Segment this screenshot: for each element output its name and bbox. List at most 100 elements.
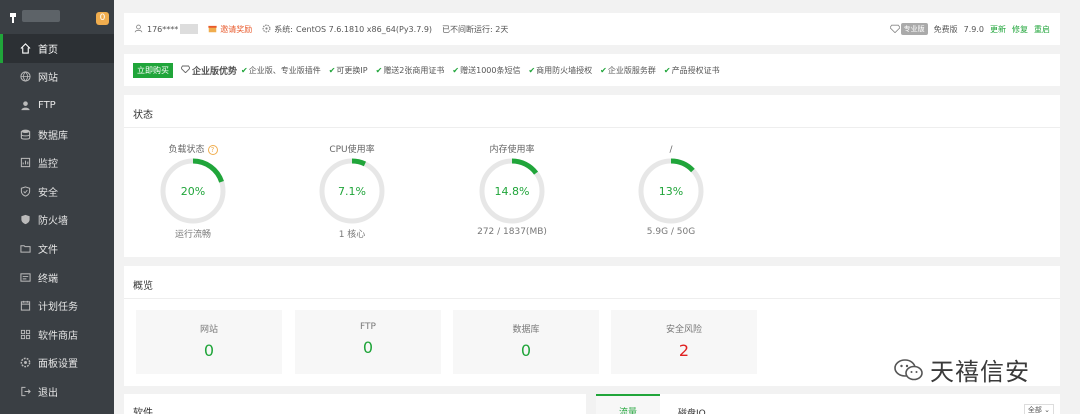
gauge-title: 内存使用率 xyxy=(489,145,535,155)
sidebar-item-security[interactable]: 安全 xyxy=(0,177,114,206)
user-info[interactable]: 176**** xyxy=(134,24,199,35)
gauge-disk[interactable]: / 13% 5.9G / 50G xyxy=(621,143,721,237)
advantage-item: ✔ 赠送1000条短信 xyxy=(452,65,520,76)
advantage-item: ✔ 商用防火墙授权 xyxy=(528,65,592,76)
overview-ftp[interactable]: FTP 0 xyxy=(295,310,441,374)
edition-label: 免费版 xyxy=(933,24,958,34)
gauge-cpu[interactable]: CPU使用率 7.1% 1 核心 xyxy=(302,143,402,240)
sidebar-item-home[interactable]: 首页 xyxy=(0,34,114,63)
repair-link[interactable]: 修复 xyxy=(1012,24,1028,35)
select-value: 全部 xyxy=(1027,406,1042,414)
gauge-memory[interactable]: 内存使用率 14.8% 272 / 1837(MB) xyxy=(462,143,562,237)
sidebar-item-label: 退出 xyxy=(38,387,58,399)
system-label: 系统: xyxy=(274,24,293,34)
pro-badge[interactable]: 专业版 xyxy=(900,23,928,35)
overview-database[interactable]: 数据库 0 xyxy=(453,310,599,374)
restart-link[interactable]: 重启 xyxy=(1034,24,1050,35)
overview-label: 安全风险 xyxy=(665,325,702,335)
invite-reward-link[interactable]: 邀请奖励 xyxy=(208,24,252,35)
gauge-bottom: 运行流畅 xyxy=(174,230,211,240)
gauge-title: / xyxy=(669,145,673,155)
sidebar-item-website[interactable]: 网站 xyxy=(0,63,114,92)
sidebar-item-files[interactable]: 文件 xyxy=(0,234,114,263)
gear-icon xyxy=(18,356,32,370)
traffic-select[interactable]: 全部 ⌄ xyxy=(1023,404,1054,414)
system-value: CentOS 7.6.1810 x86_64(Py3.7.9) xyxy=(295,24,433,34)
enterprise-advantages-bar: 立即购买 企业版优势 ✔ 企业版、专业版插件 ✔ 可更换IP ✔ 赠送2张商用证书 ✔… xyxy=(124,54,1060,86)
advantage-text: 企业版服务群 xyxy=(607,65,656,75)
calendar-icon xyxy=(18,299,32,313)
grid-icon xyxy=(18,327,32,341)
gauge-ring: 14.8% xyxy=(479,158,545,224)
monitor-icon xyxy=(18,156,32,170)
home-icon xyxy=(18,41,32,55)
firewall-icon xyxy=(18,213,32,227)
advantage-text: 赠送2张商用证书 xyxy=(383,65,445,75)
folder-icon xyxy=(18,241,32,255)
enterprise-advantages-title: 企业版优势 xyxy=(180,64,237,77)
gauge-bottom: 272 / 1837(MB) xyxy=(477,227,547,237)
gauge-ring: 13% xyxy=(638,158,704,224)
sidebar-item-label: 面板设置 xyxy=(38,359,78,371)
notification-badge[interactable]: 0 xyxy=(96,12,109,25)
sidebar-item-ftp[interactable]: FTP xyxy=(0,91,114,120)
gauge-title: CPU使用率 xyxy=(329,145,375,155)
status-title: 状态 xyxy=(133,110,153,121)
sidebar-item-label: 监控 xyxy=(38,159,58,171)
check-icon: ✔ xyxy=(600,65,607,75)
sidebar-item-store[interactable]: 软件商店 xyxy=(0,320,114,349)
system-gear-icon xyxy=(262,24,271,35)
software-title: 软件 xyxy=(133,408,153,414)
advantage-item: ✔ 产品授权证书 xyxy=(664,65,720,76)
tab-disk-io[interactable]: 磁盘IO xyxy=(678,406,706,414)
watermark-text: 天禧信安 xyxy=(930,358,1030,386)
sidebar-item-label: 软件商店 xyxy=(38,330,78,342)
update-link[interactable]: 更新 xyxy=(990,24,1006,35)
gift-icon xyxy=(208,24,217,35)
overview-website[interactable]: 网站 0 xyxy=(136,310,282,374)
gauge-bottom: 1 核心 xyxy=(338,230,366,240)
traffic-panel: 流量 磁盘IO 全部 ⌄ xyxy=(596,394,1060,414)
blurred-username-tail xyxy=(180,24,199,34)
sidebar-item-firewall[interactable]: 防火墙 xyxy=(0,206,114,235)
sidebar-nav: 首页 网站 FTP 数据库 监控 安全 防火墙 文件 终端 计划任务 软件商店 … xyxy=(0,34,114,406)
divider xyxy=(124,127,1060,128)
blurred-username xyxy=(22,10,60,22)
gauge-value: 14.8% xyxy=(495,185,530,198)
overview-value: 0 xyxy=(520,341,532,360)
sidebar-item-logout[interactable]: 退出 xyxy=(0,377,114,406)
advantage-text: 产品授权证书 xyxy=(671,65,720,75)
overview-label: FTP xyxy=(360,322,376,332)
gauge-ring: 7.1% xyxy=(319,158,385,224)
uptime: 已不间断运行: 2天 xyxy=(442,24,509,34)
terminal-icon xyxy=(18,270,32,284)
gauge-title-row: 负载状态? xyxy=(143,143,243,157)
gauge-value: 13% xyxy=(659,185,683,198)
advantage-item: ✔ 企业版服务群 xyxy=(600,65,656,76)
sidebar-item-settings[interactable]: 面板设置 xyxy=(0,349,114,378)
buy-now-button[interactable]: 立即购买 xyxy=(133,62,173,78)
sidebar-item-cron[interactable]: 计划任务 xyxy=(0,291,114,320)
top-info-bar: 176**** 邀请奖励 系统: CentOS 7.6.1810 x86_64(… xyxy=(124,13,1060,45)
advantage-item: ✔ 企业版、专业版插件 xyxy=(241,65,321,76)
help-icon[interactable]: ? xyxy=(207,144,218,155)
wechat-icon xyxy=(894,358,924,382)
gauge-load[interactable]: 负载状态? 20% 运行流畅 xyxy=(143,143,243,240)
sidebar-item-terminal[interactable]: 终端 xyxy=(0,263,114,292)
ftp-user-icon xyxy=(18,98,32,112)
status-panel: 状态 负载状态? 20% 运行流畅 CPU使用率 7.1% 1 核心 内存使用率 xyxy=(124,95,1060,257)
sidebar-item-database[interactable]: 数据库 xyxy=(0,120,114,149)
check-icon: ✔ xyxy=(452,65,460,75)
sidebar-item-label: 防火墙 xyxy=(38,216,68,228)
overview-security-risk[interactable]: 安全风险 2 xyxy=(611,310,757,374)
sidebar-item-monitor[interactable]: 监控 xyxy=(0,148,114,177)
software-panel: 软件 xyxy=(124,394,586,414)
diamond-icon xyxy=(889,24,901,35)
overview-title: 概览 xyxy=(133,281,153,292)
database-icon xyxy=(18,127,32,141)
logo-icon xyxy=(8,12,18,23)
advantage-item: ✔ 可更换IP xyxy=(329,65,368,76)
overview-label: 网站 xyxy=(199,325,218,335)
tab-traffic[interactable]: 流量 xyxy=(596,394,660,414)
version-area: 专业版 免费版 7.9.0 更新 修复 重启 xyxy=(889,23,1050,35)
